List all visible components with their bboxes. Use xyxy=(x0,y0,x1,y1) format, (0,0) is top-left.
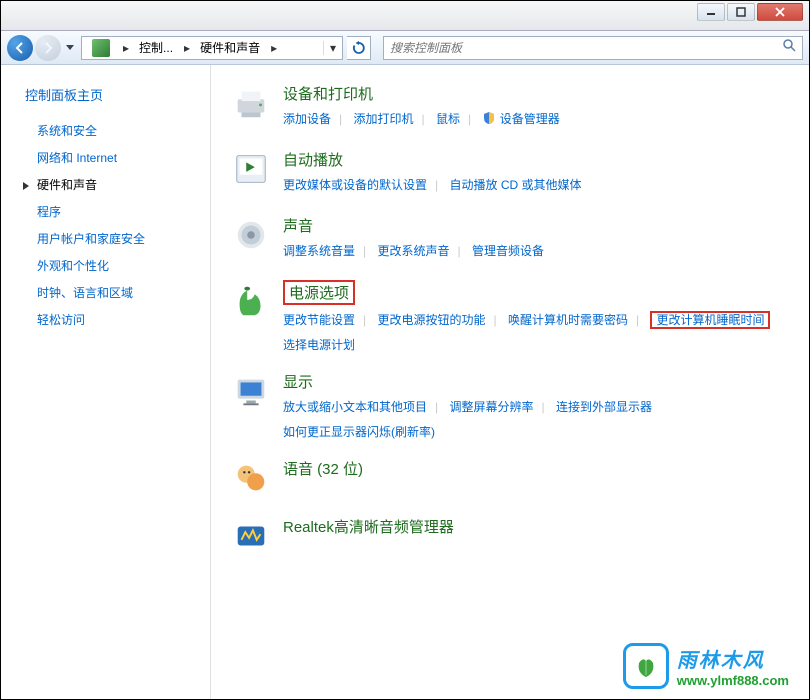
category-sound: 声音 调整系统音量 更改系统声音 管理音频设备 xyxy=(231,215,789,263)
nav-back-group xyxy=(7,35,77,61)
watermark-text: 雨林木风 xyxy=(677,644,789,673)
address-bar[interactable]: ▸ 控制... ▸ 硬件和声音 ▸ ▾ xyxy=(81,36,343,60)
devices-printers-icon xyxy=(231,83,271,123)
sidebar-item-network[interactable]: 网络和 Internet xyxy=(37,149,200,166)
autoplay-link[interactable]: 自动播放 xyxy=(283,149,343,170)
breadcrumb-hardware-sound[interactable]: 硬件和声音 xyxy=(194,37,267,59)
choose-power-plan-link[interactable]: 选择电源计划 xyxy=(283,338,355,352)
device-manager-link[interactable]: 设备管理器 xyxy=(500,112,560,126)
sidebar-item-programs[interactable]: 程序 xyxy=(37,203,200,220)
manage-audio-devices-link[interactable]: 管理音频设备 xyxy=(472,244,544,258)
speech-icon xyxy=(231,458,271,498)
minimize-button[interactable] xyxy=(697,3,725,21)
sound-link[interactable]: 声音 xyxy=(283,215,313,236)
category-power-options: 电源选项 更改节能设置 更改电源按钮的功能 唤醒计算机时需要密码 更改计算机睡眠… xyxy=(231,280,789,353)
add-device-link[interactable]: 添加设备 xyxy=(283,112,331,126)
category-devices-printers: 设备和打印机 添加设备 添加打印机 鼠标 设备管理器 xyxy=(231,83,789,131)
autoplay-cd-link[interactable]: 自动播放 CD 或其他媒体 xyxy=(449,178,581,192)
close-button[interactable] xyxy=(757,3,803,21)
watermark-logo xyxy=(623,643,669,689)
connect-external-display-link[interactable]: 连接到外部显示器 xyxy=(556,400,652,414)
content-area: 控制面板主页 系统和安全 网络和 Internet 硬件和声音 程序 用户帐户和… xyxy=(1,65,809,699)
change-system-sounds-link[interactable]: 更改系统声音 xyxy=(377,244,449,258)
search-input[interactable] xyxy=(390,41,782,55)
power-options-icon xyxy=(231,280,271,320)
sidebar-item-clock-language[interactable]: 时钟、语言和区域 xyxy=(37,284,200,301)
text-size-link[interactable]: 放大或缩小文本和其他项目 xyxy=(283,400,427,414)
sidebar-item-appearance[interactable]: 外观和个性化 xyxy=(37,257,200,274)
refresh-button[interactable] xyxy=(347,36,371,60)
devices-printers-link[interactable]: 设备和打印机 xyxy=(283,83,373,104)
window-titlebar xyxy=(1,1,809,31)
sidebar-item-user-accounts[interactable]: 用户帐户和家庭安全 xyxy=(37,230,200,247)
change-media-defaults-link[interactable]: 更改媒体或设备的默认设置 xyxy=(283,178,427,192)
watermark-url: www.ylmf888.com xyxy=(677,673,789,688)
category-autoplay: 自动播放 更改媒体或设备的默认设置 自动播放 CD 或其他媒体 xyxy=(231,149,789,197)
breadcrumb-label: 硬件和声音 xyxy=(200,39,260,56)
sound-icon xyxy=(231,215,271,255)
main-panel: 设备和打印机 添加设备 添加打印机 鼠标 设备管理器 自动播放 更改媒体或设备的… xyxy=(211,65,809,699)
sidebar: 控制面板主页 系统和安全 网络和 Internet 硬件和声音 程序 用户帐户和… xyxy=(1,65,211,699)
sidebar-item-hardware-sound[interactable]: 硬件和声音 xyxy=(37,176,200,193)
add-printer-link[interactable]: 添加打印机 xyxy=(353,112,413,126)
sidebar-item-system-security[interactable]: 系统和安全 xyxy=(37,122,200,139)
breadcrumb-control-panel[interactable]: 控制... xyxy=(133,37,180,59)
change-power-button-link[interactable]: 更改电源按钮的功能 xyxy=(377,313,485,327)
sidebar-item-ease-of-access[interactable]: 轻松访问 xyxy=(37,311,200,328)
mouse-link[interactable]: 鼠标 xyxy=(436,112,460,126)
adjust-volume-link[interactable]: 调整系统音量 xyxy=(283,244,355,258)
display-link[interactable]: 显示 xyxy=(283,371,313,392)
change-power-saving-link[interactable]: 更改节能设置 xyxy=(283,313,355,327)
breadcrumb-arrow[interactable]: ▸ xyxy=(180,41,194,55)
watermark: 雨林木风 www.ylmf888.com xyxy=(623,643,789,689)
address-dropdown[interactable]: ▾ xyxy=(323,41,342,55)
back-button[interactable] xyxy=(7,35,33,61)
category-display: 显示 放大或缩小文本和其他项目 调整屏幕分辨率 连接到外部显示器 如何更正显示器… xyxy=(231,371,789,440)
power-options-link[interactable]: 电源选项 xyxy=(283,280,355,305)
fix-display-flicker-link[interactable]: 如何更正显示器闪烁(刷新率) xyxy=(283,425,435,439)
search-box[interactable] xyxy=(383,36,803,60)
category-speech: 语音 (32 位) xyxy=(231,458,789,498)
maximize-button[interactable] xyxy=(727,3,755,21)
breadcrumb-arrow[interactable]: ▸ xyxy=(119,41,133,55)
autoplay-icon xyxy=(231,149,271,189)
display-icon xyxy=(231,371,271,411)
forward-button[interactable] xyxy=(35,35,61,61)
adjust-resolution-link[interactable]: 调整屏幕分辨率 xyxy=(449,400,533,414)
realtek-icon xyxy=(231,516,271,556)
search-icon[interactable] xyxy=(782,38,796,57)
require-password-wake-link[interactable]: 唤醒计算机时需要密码 xyxy=(508,313,628,327)
shield-icon xyxy=(482,111,496,125)
history-dropdown[interactable] xyxy=(63,35,77,61)
control-panel-home-link[interactable]: 控制面板主页 xyxy=(25,85,200,104)
realtek-link[interactable]: Realtek高清晰音频管理器 xyxy=(283,516,454,537)
breadcrumb-arrow[interactable]: ▸ xyxy=(267,41,281,55)
navbar: ▸ 控制... ▸ 硬件和声音 ▸ ▾ xyxy=(1,31,809,65)
speech-link[interactable]: 语音 (32 位) xyxy=(283,458,363,479)
change-sleep-time-link[interactable]: 更改计算机睡眠时间 xyxy=(656,313,764,327)
breadcrumb-label: 控制... xyxy=(139,39,173,56)
control-panel-icon xyxy=(92,39,110,57)
category-realtek: Realtek高清晰音频管理器 xyxy=(231,516,789,556)
